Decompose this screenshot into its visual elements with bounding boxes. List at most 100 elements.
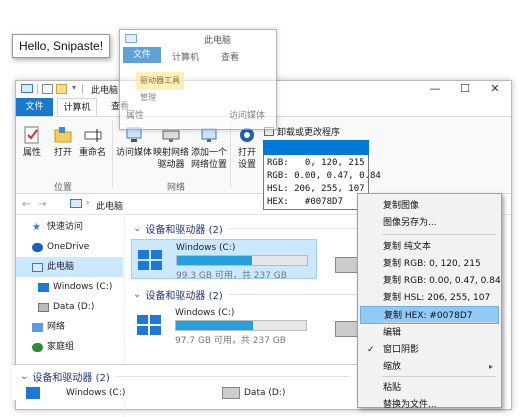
menu-window-shadow-label: 窗口阴影 xyxy=(383,345,420,355)
drive-tile-c2[interactable]: Windows (C:) 97.7 GB 可用，共 237 GB xyxy=(131,305,317,346)
window-title: 此电脑 xyxy=(91,86,119,96)
properties-icon xyxy=(22,125,42,145)
drive-usage-bar xyxy=(176,255,308,266)
drive-usage-bar xyxy=(175,320,307,331)
menu-separator xyxy=(382,234,496,235)
open-settings-label: 打开 设置 xyxy=(237,148,256,170)
menu-edit[interactable]: 编辑 xyxy=(360,324,499,342)
drive-name[interactable]: Windows (C:) xyxy=(66,388,125,398)
minimize-button[interactable]: — xyxy=(420,81,450,97)
computer-icon xyxy=(70,199,82,208)
folder-open-icon xyxy=(53,125,73,145)
tab-computer[interactable]: 计算机 xyxy=(57,98,97,117)
ghost-tab-file: 文件 xyxy=(123,47,161,63)
open-button[interactable]: 打开 xyxy=(53,125,73,159)
nav-this-pc[interactable]: 此电脑 xyxy=(16,257,123,277)
group-header-3[interactable]: ⌄ 设备和驱动器 (2) xyxy=(20,369,350,384)
color-rgb-float: RGB: 0.00, 0.47, 0.84 xyxy=(267,171,381,181)
rename-icon xyxy=(83,125,103,145)
ghost-access: 访问媒体 xyxy=(229,111,266,121)
menu-window-shadow[interactable]: ✓ 窗口阴影 xyxy=(360,341,499,359)
drive-icon xyxy=(38,302,49,312)
menu-copy-image[interactable]: 复制图像 xyxy=(360,197,499,215)
qa-dropdown-icon[interactable]: ▾ xyxy=(72,83,76,92)
ghost-tab-computer: 计算机 xyxy=(172,53,200,63)
ghost-title: 此电脑 xyxy=(204,36,232,46)
menu-copy-rgb-float[interactable]: 复制 RGB: 0.00, 0.47, 0.84 xyxy=(360,272,501,290)
pasted-snip[interactable]: 此电脑 文件 计算机 查看 驱动器工具 管理 属性 访问媒体 xyxy=(119,29,277,130)
computer-icon xyxy=(32,262,43,272)
drive-name: Windows (C:) xyxy=(175,308,235,318)
menu-separator xyxy=(382,376,496,377)
add-location-label: 添加一个 网络位置 xyxy=(190,148,227,170)
open-label: 打开 xyxy=(53,148,72,158)
back-button[interactable]: ← xyxy=(22,199,30,210)
folder-qa-icon[interactable] xyxy=(56,84,67,94)
chevron-down-icon: ⌄ xyxy=(133,289,142,300)
nav-windows-c[interactable]: Windows (C:) xyxy=(16,277,123,297)
menu-zoom[interactable]: 缩放 ▸ xyxy=(360,358,499,376)
group-network-label: 网络 xyxy=(167,183,186,193)
drive-size: 99.3 GB 可用，共 237 GB xyxy=(176,271,287,281)
rename-label: 重命名 xyxy=(79,148,107,158)
ghost-drive-tools: 驱动器工具 xyxy=(136,72,184,90)
drive-name: Windows (C:) xyxy=(176,243,236,253)
menu-replace-file[interactable]: 替换为文件... xyxy=(360,396,499,414)
snipaste-label[interactable]: Hello, Snipaste! xyxy=(12,34,111,58)
ghost-props: 属性 xyxy=(126,111,145,121)
homegroup-icon xyxy=(32,342,43,352)
windows-drive-icon xyxy=(137,315,161,335)
open-settings-button[interactable]: 打开 设置 xyxy=(234,125,260,171)
add-location-button[interactable]: 添加一个 网络位置 xyxy=(190,125,228,171)
close-button[interactable]: ✕ xyxy=(480,81,510,97)
star-icon: ★ xyxy=(32,221,41,233)
cloud-icon xyxy=(32,242,43,252)
nav-quick-access[interactable]: ★ 快速访问 xyxy=(16,217,123,237)
color-hex: HEX: #0078D7 xyxy=(267,197,343,207)
network-icon xyxy=(32,322,43,332)
uninstall-label: 卸载或更改程序 xyxy=(277,128,341,138)
drive-tile-c[interactable]: Windows (C:) 99.3 GB 可用，共 237 GB xyxy=(131,239,317,281)
check-icon: ✓ xyxy=(367,345,375,355)
breadcrumb-sep: › xyxy=(86,198,90,208)
access-media-button[interactable]: 访问媒体 xyxy=(116,125,152,159)
tab-file[interactable]: 文件 xyxy=(16,98,53,116)
ghost-manage: 管理 xyxy=(140,93,156,102)
ghost-tab-view: 查看 xyxy=(221,53,240,63)
lower-window: ⌄ 设备和驱动器 (2) Windows (C:) Data (D:) xyxy=(12,364,357,400)
menu-copy-rgb[interactable]: 复制 RGB: 0, 120, 215 xyxy=(360,255,499,273)
chevron-down-icon: ⌄ xyxy=(133,223,142,234)
forward-button[interactable]: → xyxy=(38,199,46,210)
windows-drive-icon xyxy=(138,250,162,270)
nav-network[interactable]: 网络 xyxy=(16,317,123,337)
windows-drive-icon xyxy=(26,387,40,399)
menu-separator xyxy=(382,322,496,323)
properties-button[interactable]: 属性 xyxy=(22,125,42,159)
nav-homegroup[interactable]: 家庭组 xyxy=(16,337,123,357)
menu-copy-text[interactable]: 复制 纯文本 xyxy=(360,238,499,256)
menu-save-image[interactable]: 图像另存为... xyxy=(360,214,499,232)
color-swatch xyxy=(263,140,369,155)
windows-drive-icon xyxy=(38,282,49,292)
computer-icon xyxy=(21,84,33,93)
breadcrumb[interactable]: 此电脑 xyxy=(96,199,123,212)
properties-label: 属性 xyxy=(22,148,41,158)
drive-name[interactable]: Data (D:) xyxy=(244,388,285,398)
color-hsl: HSL: 206, 255, 107 xyxy=(267,184,365,194)
map-drive-button[interactable]: 映射网络 驱动器 xyxy=(152,125,190,171)
menu-paste[interactable]: 粘贴 xyxy=(360,379,499,397)
nav-onedrive[interactable]: OneDrive xyxy=(16,237,123,257)
color-rgb: RGB: 0, 120, 215 xyxy=(267,158,365,168)
context-menu: 复制图像 图像另存为... 复制 纯文本 复制 RGB: 0, 120, 215… xyxy=(357,193,502,410)
properties-qa-icon[interactable] xyxy=(42,84,53,94)
maximize-button[interactable]: ☐ xyxy=(450,81,480,97)
drive-icon xyxy=(222,387,240,399)
rename-button[interactable]: 重命名 xyxy=(79,125,106,159)
nav-data-d[interactable]: Data (D:) xyxy=(16,297,123,317)
menu-copy-hsl[interactable]: 复制 HSL: 206, 255, 107 xyxy=(360,289,499,307)
menu-zoom-label: 缩放 xyxy=(383,362,402,372)
chevron-right-icon: ▸ xyxy=(488,362,493,371)
chevron-down-icon: ⌄ xyxy=(20,371,29,382)
access-media-label: 访问媒体 xyxy=(116,148,153,158)
group-location-label: 位置 xyxy=(54,183,73,193)
